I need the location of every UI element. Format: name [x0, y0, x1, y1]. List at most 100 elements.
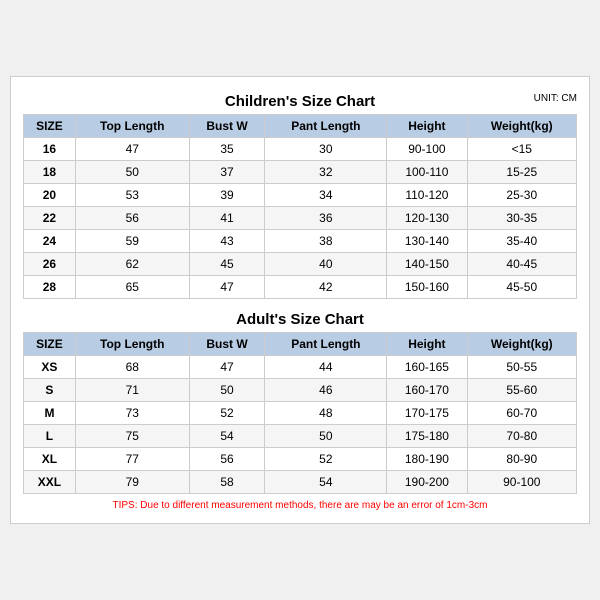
table-cell: 22 [24, 207, 76, 230]
adult-col-size: SIZE [24, 333, 76, 356]
table-cell: 37 [189, 161, 265, 184]
table-cell: 38 [265, 230, 387, 253]
table-cell: 180-190 [387, 448, 467, 471]
table-cell: 36 [265, 207, 387, 230]
table-cell: 53 [75, 184, 189, 207]
children-col-top-length: Top Length [75, 115, 189, 138]
children-col-weight: Weight(kg) [467, 115, 576, 138]
table-cell: XS [24, 356, 76, 379]
children-unit-label: UNIT: CM [534, 93, 577, 104]
table-row: L755450175-18070-80 [24, 425, 577, 448]
table-cell: 59 [75, 230, 189, 253]
table-cell: 46 [265, 379, 387, 402]
table-cell: 56 [189, 448, 265, 471]
table-cell: 77 [75, 448, 189, 471]
table-row: 20533934110-12025-30 [24, 184, 577, 207]
children-col-size: SIZE [24, 115, 76, 138]
table-cell: 25-30 [467, 184, 576, 207]
table-row: 24594338130-14035-40 [24, 230, 577, 253]
children-col-pant-length: Pant Length [265, 115, 387, 138]
table-cell: 58 [189, 471, 265, 494]
table-cell: 52 [189, 402, 265, 425]
table-cell: 45-50 [467, 276, 576, 299]
table-row: 18503732100-11015-25 [24, 161, 577, 184]
adult-col-top-length: Top Length [75, 333, 189, 356]
adult-col-bust-w: Bust W [189, 333, 265, 356]
table-cell: 175-180 [387, 425, 467, 448]
table-cell: 42 [265, 276, 387, 299]
table-cell: XL [24, 448, 76, 471]
adult-title-text: Adult's Size Chart [236, 311, 364, 328]
table-cell: 140-150 [387, 253, 467, 276]
children-col-height: Height [387, 115, 467, 138]
table-cell: 28 [24, 276, 76, 299]
adult-col-weight: Weight(kg) [467, 333, 576, 356]
table-cell: 130-140 [387, 230, 467, 253]
table-cell: 50 [189, 379, 265, 402]
table-cell: 47 [75, 138, 189, 161]
table-cell: 160-165 [387, 356, 467, 379]
table-cell: 40-45 [467, 253, 576, 276]
table-cell: 30 [265, 138, 387, 161]
table-cell: 30-35 [467, 207, 576, 230]
table-cell: 39 [189, 184, 265, 207]
table-cell: 47 [189, 356, 265, 379]
table-cell: 68 [75, 356, 189, 379]
table-cell: 56 [75, 207, 189, 230]
table-cell: 54 [265, 471, 387, 494]
table-cell: 160-170 [387, 379, 467, 402]
table-cell: 43 [189, 230, 265, 253]
table-cell: 55-60 [467, 379, 576, 402]
table-cell: 150-160 [387, 276, 467, 299]
table-row: S715046160-17055-60 [24, 379, 577, 402]
table-cell: 48 [265, 402, 387, 425]
table-cell: 100-110 [387, 161, 467, 184]
table-cell: 190-200 [387, 471, 467, 494]
adult-size-table: SIZE Top Length Bust W Pant Length Heigh… [23, 332, 577, 494]
table-cell: 41 [189, 207, 265, 230]
table-cell: 73 [75, 402, 189, 425]
table-cell: 45 [189, 253, 265, 276]
table-cell: 52 [265, 448, 387, 471]
table-cell: 170-175 [387, 402, 467, 425]
children-title-text: Children's Size Chart [225, 93, 375, 110]
table-cell: <15 [467, 138, 576, 161]
table-cell: 62 [75, 253, 189, 276]
table-cell: 80-90 [467, 448, 576, 471]
table-cell: 40 [265, 253, 387, 276]
table-cell: S [24, 379, 76, 402]
table-row: XXL795854190-20090-100 [24, 471, 577, 494]
table-cell: XXL [24, 471, 76, 494]
table-cell: 65 [75, 276, 189, 299]
table-cell: 54 [189, 425, 265, 448]
table-row: M735248170-17560-70 [24, 402, 577, 425]
table-cell: 50 [265, 425, 387, 448]
chart-container: Children's Size Chart UNIT: CM SIZE Top … [10, 76, 590, 524]
adult-col-height: Height [387, 333, 467, 356]
adult-col-pant-length: Pant Length [265, 333, 387, 356]
table-cell: 35-40 [467, 230, 576, 253]
table-row: XL775652180-19080-90 [24, 448, 577, 471]
table-cell: 34 [265, 184, 387, 207]
table-row: 1647353090-100<15 [24, 138, 577, 161]
table-cell: 75 [75, 425, 189, 448]
tips-text: TIPS: Due to different measurement metho… [23, 500, 577, 511]
children-title: Children's Size Chart UNIT: CM [23, 87, 577, 114]
table-cell: 26 [24, 253, 76, 276]
table-cell: 50 [75, 161, 189, 184]
table-cell: 120-130 [387, 207, 467, 230]
table-cell: 79 [75, 471, 189, 494]
adult-title: Adult's Size Chart [23, 305, 577, 332]
table-cell: 47 [189, 276, 265, 299]
table-cell: 16 [24, 138, 76, 161]
table-cell: 110-120 [387, 184, 467, 207]
table-cell: 60-70 [467, 402, 576, 425]
table-cell: 90-100 [467, 471, 576, 494]
table-cell: 35 [189, 138, 265, 161]
table-cell: M [24, 402, 76, 425]
children-header-row: SIZE Top Length Bust W Pant Length Heigh… [24, 115, 577, 138]
table-row: 22564136120-13030-35 [24, 207, 577, 230]
children-size-table: SIZE Top Length Bust W Pant Length Heigh… [23, 114, 577, 299]
table-cell: 71 [75, 379, 189, 402]
table-cell: 20 [24, 184, 76, 207]
